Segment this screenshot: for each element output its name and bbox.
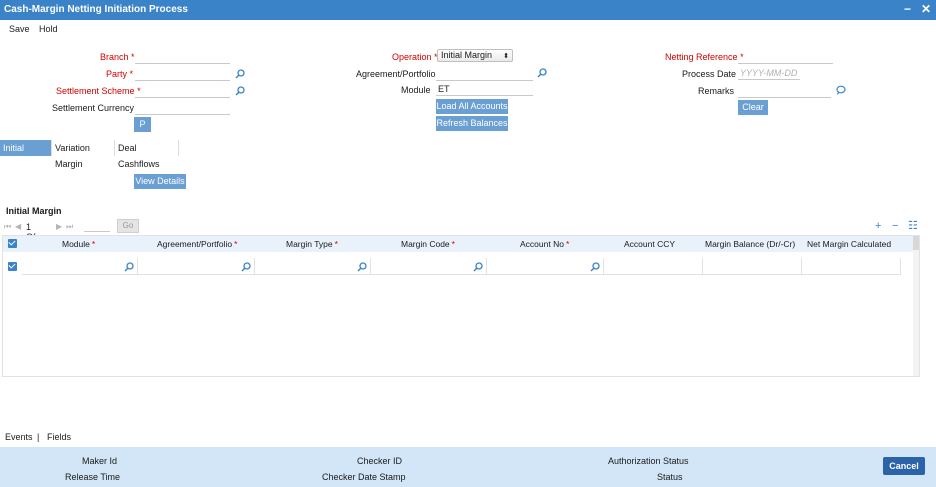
netting-reference-label: Netting Reference * xyxy=(665,52,744,62)
close-button[interactable]: ✕ xyxy=(921,2,931,16)
margin-balance-cell-input[interactable] xyxy=(703,258,801,274)
margin-type-cell-input[interactable] xyxy=(255,258,370,274)
party-label: Party * xyxy=(106,69,134,79)
minimize-button[interactable]: − xyxy=(904,2,911,16)
p-button[interactable]: P xyxy=(134,117,151,132)
module-label: Module xyxy=(401,85,431,95)
cell-margin-balance xyxy=(703,258,802,275)
remarks-field[interactable] xyxy=(738,85,831,98)
cell-module xyxy=(22,258,138,275)
col-margin-code: Margin Code * xyxy=(401,239,455,249)
tab-initial-margin[interactable]: Initial Margin xyxy=(0,140,52,169)
account-no-cell-search-icon[interactable] xyxy=(590,262,600,272)
remarks-label: Remarks xyxy=(698,86,735,96)
col-net-margin-calculated: Net Margin Calculated xyxy=(807,239,892,249)
col-agreement-portfolio: Agreement/Portfolio * xyxy=(157,239,238,249)
agreement-portfolio-cell-search-icon[interactable] xyxy=(241,262,251,272)
account-ccy-cell-input[interactable] xyxy=(604,258,702,274)
party-search-icon[interactable] xyxy=(235,69,245,79)
margin-code-cell-input[interactable] xyxy=(371,258,486,274)
net-margin-calculated-cell-input[interactable] xyxy=(802,258,900,274)
events-link[interactable]: Events xyxy=(5,432,33,442)
first-page-icon[interactable]: ⏮ xyxy=(4,222,11,232)
footer-link-separator: | xyxy=(37,432,40,442)
checker-date-stamp-label: Checker Date Stamp xyxy=(322,472,406,482)
process-date-label: Process Date xyxy=(682,69,737,79)
cell-account-ccy xyxy=(604,258,703,275)
initial-margin-section-title: Initial Margin xyxy=(6,206,62,216)
authorization-status-label: Authorization Status xyxy=(608,456,689,466)
settlement-scheme-field[interactable] xyxy=(135,85,230,98)
remarks-chat-icon[interactable] xyxy=(836,85,846,95)
col-account-no: Account No * xyxy=(520,239,570,249)
select-arrows-icon: ⬍ xyxy=(503,53,509,60)
settlement-currency-label: Settlement Currency xyxy=(52,103,135,113)
module-cell-search-icon[interactable] xyxy=(124,262,134,272)
module-field[interactable] xyxy=(436,83,533,96)
settlement-currency-field[interactable] xyxy=(135,102,230,115)
go-button[interactable]: Go xyxy=(117,219,139,233)
account-no-cell-input[interactable] xyxy=(487,258,603,274)
agreement-portfolio-label: Agreement/Portfolio xyxy=(356,69,436,79)
operation-label: Operation * xyxy=(392,52,438,62)
prev-page-icon[interactable]: ◀ xyxy=(15,222,21,231)
settlement-scheme-search-icon[interactable] xyxy=(235,86,245,96)
col-margin-type: Margin Type * xyxy=(286,239,338,249)
view-details-button[interactable]: View Details xyxy=(134,174,186,189)
columns-list-icon[interactable]: ☷ xyxy=(908,221,918,232)
menu-hold[interactable]: Hold xyxy=(39,24,58,34)
select-all-checkbox[interactable] xyxy=(8,239,17,248)
col-module: Module * xyxy=(62,239,96,249)
remove-row-icon[interactable]: − xyxy=(892,221,898,232)
operation-value: Initial Margin xyxy=(441,50,493,60)
agreement-portfolio-search-icon[interactable] xyxy=(537,68,547,78)
cancel-button[interactable]: Cancel xyxy=(883,457,925,475)
tab-variation-margin[interactable]: Variation Margin xyxy=(52,140,115,169)
cell-margin-type xyxy=(255,258,371,275)
cell-agreement-portfolio xyxy=(138,258,255,275)
menu-bar: Save Hold xyxy=(0,20,936,38)
checker-id-label: Checker ID xyxy=(357,456,403,466)
agreement-portfolio-cell-input[interactable] xyxy=(138,258,254,274)
settlement-scheme-label: Settlement Scheme * xyxy=(56,86,141,96)
process-date-field[interactable] xyxy=(738,67,800,80)
add-row-icon[interactable]: + xyxy=(875,221,881,232)
cell-margin-code xyxy=(371,258,487,275)
release-time-label: Release Time xyxy=(65,472,121,482)
col-margin-balance: Margin Balance (Dr/-Cr) xyxy=(705,239,796,249)
agreement-portfolio-field[interactable] xyxy=(436,68,533,81)
status-label: Status xyxy=(657,472,683,482)
grid-scrollbar[interactable] xyxy=(913,236,919,376)
branch-label: Branch * xyxy=(100,52,135,62)
party-field[interactable] xyxy=(135,68,230,81)
operation-select[interactable]: Initial Margin ⬍ xyxy=(437,49,513,62)
menu-save[interactable]: Save xyxy=(9,24,30,34)
grid-scroll-thumb[interactable] xyxy=(913,236,919,250)
page-number-input[interactable] xyxy=(84,220,110,232)
window-title-bar: Cash-Margin Netting Initiation Process −… xyxy=(0,0,936,20)
clear-button[interactable]: Clear xyxy=(738,100,768,115)
maker-id-label: Maker Id xyxy=(82,456,118,466)
refresh-balances-button[interactable]: Refresh Balances xyxy=(436,116,508,131)
module-cell-input[interactable] xyxy=(22,258,137,274)
audit-footer: Maker Id Release Time Checker ID Checker… xyxy=(0,447,936,487)
footer-links: Events | Fields xyxy=(0,428,936,446)
table-row xyxy=(3,258,919,275)
row-checkbox[interactable] xyxy=(8,262,17,271)
grid-header: Module * Agreement/Portfolio * Margin Type… xyxy=(3,236,919,252)
load-all-accounts-button[interactable]: Load All Accounts xyxy=(436,99,508,114)
fields-link[interactable]: Fields xyxy=(47,432,71,442)
window-title: Cash-Margin Netting Initiation Process xyxy=(4,4,188,15)
branch-field[interactable] xyxy=(135,51,230,64)
netting-reference-field[interactable] xyxy=(738,51,833,64)
last-page-icon[interactable]: ⏭ xyxy=(66,222,73,232)
tab-deal-cashflows[interactable]: Deal Cashflows xyxy=(115,140,179,169)
initial-margin-grid: Module * Agreement/Portfolio * Margin Type… xyxy=(2,235,920,377)
cell-net-margin-calculated xyxy=(802,258,901,275)
margin-code-cell-search-icon[interactable] xyxy=(473,262,483,272)
next-page-icon[interactable]: ▶ xyxy=(56,222,62,231)
col-account-ccy: Account CCY xyxy=(624,239,676,249)
cell-account-no xyxy=(487,258,604,275)
margin-type-cell-search-icon[interactable] xyxy=(357,262,367,272)
